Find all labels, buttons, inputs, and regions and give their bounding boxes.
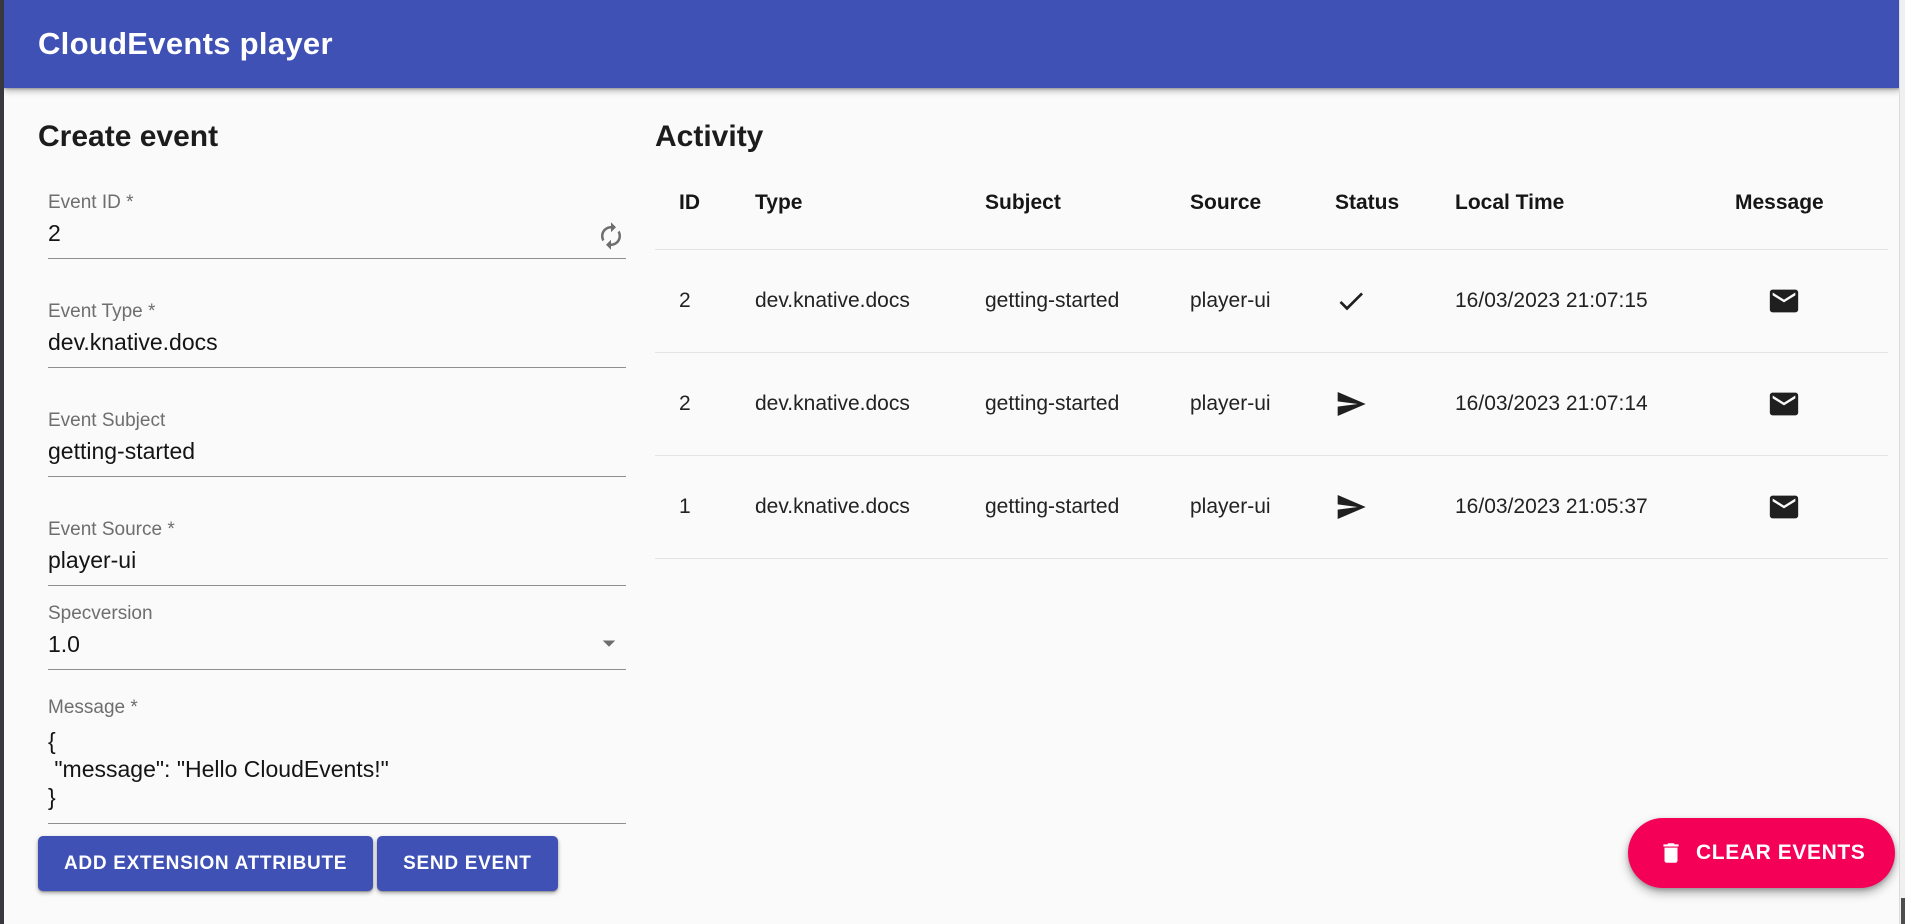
activity-panel: Activity ID Type Subject Source Status L… xyxy=(655,118,1888,559)
column-header-message: Message xyxy=(1735,191,1888,215)
cell-id: 2 xyxy=(679,289,755,313)
cell-id: 2 xyxy=(679,392,755,416)
cell-source: player-ui xyxy=(1190,289,1335,313)
cell-subject: getting-started xyxy=(985,495,1190,519)
event-subject-label: Event Subject xyxy=(48,410,626,432)
cell-status xyxy=(1335,285,1455,317)
cell-local-time: 16/03/2023 21:07:14 xyxy=(1455,392,1735,416)
cell-message xyxy=(1735,387,1888,421)
scrollbar-thumb[interactable] xyxy=(1901,898,1905,924)
send-icon xyxy=(1335,388,1367,420)
table-row: 2 dev.knative.docs getting-started playe… xyxy=(655,353,1888,456)
window-edge-left xyxy=(0,0,4,924)
cell-message xyxy=(1735,284,1888,318)
email-icon[interactable] xyxy=(1767,387,1801,421)
event-subject-field: Event Subject getting-started xyxy=(48,410,626,477)
column-header-type: Type xyxy=(755,191,985,215)
email-icon[interactable] xyxy=(1767,490,1801,524)
column-header-subject: Subject xyxy=(985,191,1190,215)
event-type-label: Event Type * xyxy=(48,301,626,323)
column-header-status: Status xyxy=(1335,191,1455,215)
create-event-panel: Create event Event ID * 2 Event Type * d… xyxy=(38,118,626,891)
activity-heading: Activity xyxy=(655,118,1888,156)
autorenew-icon[interactable] xyxy=(596,221,626,251)
send-icon xyxy=(1335,491,1367,523)
cell-message xyxy=(1735,490,1888,524)
event-type-field: Event Type * dev.knative.docs xyxy=(48,301,626,368)
specversion-select[interactable]: 1.0 xyxy=(48,625,626,670)
app-bar: CloudEvents player xyxy=(4,0,1900,88)
message-textarea[interactable]: { "message": "Hello CloudEvents!" } xyxy=(48,719,626,824)
cell-type: dev.knative.docs xyxy=(755,495,985,519)
event-id-input[interactable]: 2 xyxy=(48,214,626,259)
cell-local-time: 16/03/2023 21:05:37 xyxy=(1455,495,1735,519)
cell-subject: getting-started xyxy=(985,289,1190,313)
event-source-field: Event Source * player-ui xyxy=(48,519,626,586)
cell-source: player-ui xyxy=(1190,392,1335,416)
cell-status xyxy=(1335,491,1455,523)
cell-type: dev.knative.docs xyxy=(755,392,985,416)
clear-events-button[interactable]: CLEAR EVENTS xyxy=(1628,818,1895,888)
specversion-field: Specversion 1.0 xyxy=(48,603,626,670)
column-header-id: ID xyxy=(679,191,755,215)
message-label: Message * xyxy=(48,697,626,719)
event-source-label: Event Source * xyxy=(48,519,626,541)
email-icon[interactable] xyxy=(1767,284,1801,318)
table-row: 2 dev.knative.docs getting-started playe… xyxy=(655,250,1888,353)
event-subject-input[interactable]: getting-started xyxy=(48,432,626,477)
send-event-button[interactable]: SEND EVENT xyxy=(377,836,557,891)
create-event-form: Event ID * 2 Event Type * dev.knative.do… xyxy=(48,192,626,824)
message-field: Message * { "message": "Hello CloudEvent… xyxy=(48,697,626,824)
cell-source: player-ui xyxy=(1190,495,1335,519)
specversion-label: Specversion xyxy=(48,603,626,625)
app-title: CloudEvents player xyxy=(38,26,333,62)
check-icon xyxy=(1335,285,1367,317)
event-id-field: Event ID * 2 xyxy=(48,192,626,259)
activity-table-header: ID Type Subject Source Status Local Time… xyxy=(655,156,1888,250)
cell-type: dev.knative.docs xyxy=(755,289,985,313)
create-event-heading: Create event xyxy=(38,118,626,156)
cell-id: 1 xyxy=(679,495,755,519)
trash-icon xyxy=(1658,840,1684,866)
event-id-label: Event ID * xyxy=(48,192,626,214)
clear-events-label: CLEAR EVENTS xyxy=(1696,841,1865,865)
column-header-source: Source xyxy=(1190,191,1335,215)
table-row: 1 dev.knative.docs getting-started playe… xyxy=(655,456,1888,559)
dropdown-caret-icon[interactable] xyxy=(594,628,624,658)
form-actions: ADD EXTENSION ATTRIBUTE SEND EVENT xyxy=(38,836,626,891)
event-source-input[interactable]: player-ui xyxy=(48,541,626,586)
cell-status xyxy=(1335,388,1455,420)
add-extension-attribute-button[interactable]: ADD EXTENSION ATTRIBUTE xyxy=(38,836,373,891)
cell-local-time: 16/03/2023 21:07:15 xyxy=(1455,289,1735,313)
column-header-local-time: Local Time xyxy=(1455,191,1735,215)
cell-subject: getting-started xyxy=(985,392,1190,416)
scrollbar[interactable] xyxy=(1899,0,1905,924)
event-type-input[interactable]: dev.knative.docs xyxy=(48,323,626,368)
